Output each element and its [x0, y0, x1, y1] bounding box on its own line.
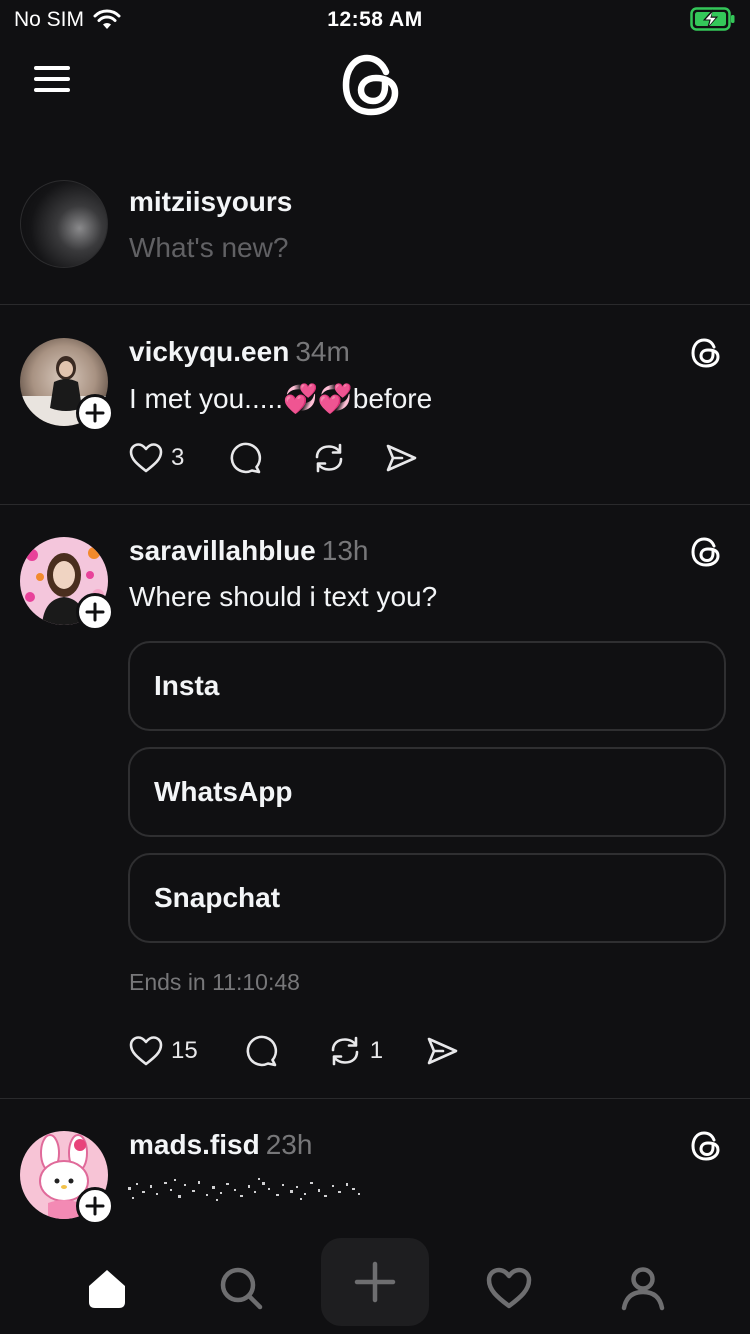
post-header: saravillahblue 13h [129, 535, 368, 567]
post-avatar[interactable] [20, 1131, 114, 1225]
post-item: saravillahblue 13h Where should i text yo… [0, 505, 750, 1099]
repost-icon [331, 1036, 359, 1066]
menu-icon[interactable] [34, 66, 78, 100]
post-timestamp: 23h [265, 1129, 313, 1160]
poll-option[interactable]: Snapchat [128, 853, 726, 943]
like-button[interactable]: 15 [127, 1032, 198, 1070]
threads-icon[interactable] [690, 535, 724, 569]
reply-button[interactable] [226, 439, 264, 477]
threads-icon[interactable] [690, 1129, 724, 1163]
hidden-text-shimmer [128, 1178, 360, 1201]
post-username[interactable]: vickyqu.een [129, 336, 289, 367]
repost-count: 1 [369, 1037, 384, 1064]
heart-icon [129, 1036, 163, 1066]
post-actions: 3 [127, 438, 420, 478]
post-header: mads.fisd 23h [129, 1129, 312, 1161]
comment-icon [230, 442, 262, 474]
composer[interactable]: mitziisyours What's new? [0, 162, 750, 305]
post-username[interactable]: saravillahblue [129, 535, 316, 566]
send-icon [427, 1037, 458, 1065]
like-count: 15 [171, 1037, 198, 1064]
status-bar: No SIM 12:58 AM [0, 0, 750, 40]
post-username[interactable]: mads.fisd [129, 1129, 260, 1160]
tab-profile[interactable] [588, 1244, 698, 1332]
post-header: vickyqu.een 34m [129, 336, 350, 368]
poll-option[interactable]: WhatsApp [128, 747, 726, 837]
bottom-nav [0, 1230, 750, 1334]
threads-icon[interactable] [690, 336, 724, 370]
follow-button[interactable] [76, 1187, 114, 1225]
follow-button[interactable] [76, 394, 114, 432]
avatar[interactable] [20, 180, 108, 268]
top-nav [0, 40, 750, 140]
repost-button[interactable] [310, 439, 354, 477]
profile-icon [621, 1267, 665, 1311]
activity-heart-icon [486, 1267, 532, 1309]
like-button[interactable]: 3 [127, 439, 184, 477]
follow-button[interactable] [76, 593, 114, 631]
threads-logo-icon[interactable] [340, 50, 406, 120]
tab-search[interactable] [186, 1244, 296, 1332]
like-count: 3 [171, 444, 185, 471]
repost-icon [316, 443, 343, 473]
battery-icon [690, 6, 736, 38]
post-item: vickyqu.een 34m I met you.....💞💞before 3 [0, 306, 750, 505]
new-post-icon [354, 1261, 396, 1303]
reply-button[interactable] [242, 1032, 280, 1070]
repost-button[interactable]: 1 [326, 1032, 383, 1070]
post-actions: 15 1 [127, 1031, 461, 1071]
post-text: I met you.....💞💞before [129, 383, 433, 414]
post-timestamp: 34m [295, 336, 350, 367]
poll-ends-label: Ends in 11:10:48 [129, 969, 300, 995]
tab-home[interactable] [52, 1244, 162, 1332]
tab-new-post[interactable] [321, 1238, 429, 1326]
post-item: mads.fisd 23h [0, 1099, 750, 1249]
status-time: 12:58 AM [327, 8, 423, 31]
search-icon [220, 1267, 263, 1310]
tab-activity[interactable] [454, 1244, 564, 1332]
post-avatar[interactable] [20, 537, 114, 631]
post-text: Where should i text you? [129, 581, 438, 612]
post-avatar[interactable] [20, 338, 114, 432]
send-icon [387, 444, 417, 472]
share-button[interactable] [423, 1032, 461, 1070]
comment-icon [246, 1035, 277, 1067]
composer-username: mitziisyours [129, 186, 293, 217]
poll-option[interactable]: Insta [128, 641, 726, 731]
home-icon [89, 1270, 125, 1308]
composer-prompt[interactable]: What's new? [129, 232, 288, 264]
heart-icon [129, 443, 163, 473]
share-button[interactable] [382, 439, 420, 477]
post-timestamp: 13h [321, 535, 369, 566]
